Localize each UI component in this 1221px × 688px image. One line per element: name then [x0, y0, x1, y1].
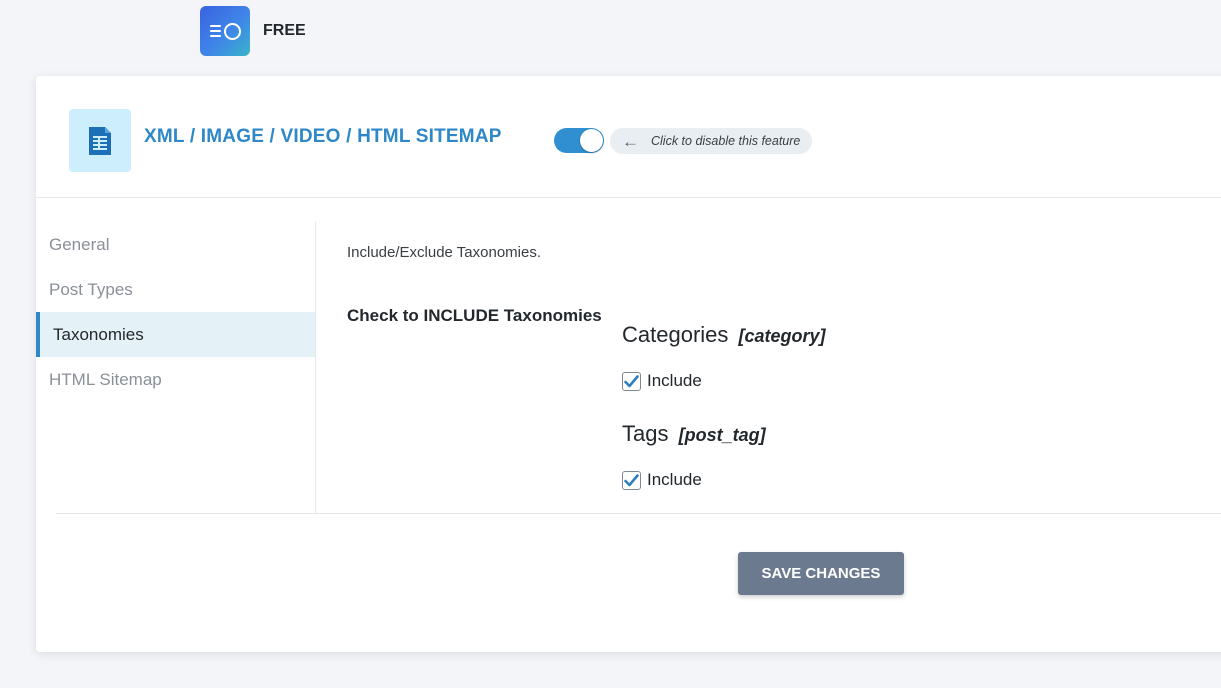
sidebar-item-taxonomies[interactable]: Taxonomies [36, 312, 315, 357]
feature-title: XML / IMAGE / VIDEO / HTML SITEMAP [144, 126, 502, 147]
sidebar-item-html-sitemap[interactable]: HTML Sitemap [36, 357, 315, 402]
sitemap-document-icon [69, 109, 131, 172]
save-changes-button[interactable]: SAVE CHANGES [738, 552, 904, 595]
feature-toggle[interactable] [554, 128, 604, 153]
arrow-left-icon: ← [622, 131, 639, 151]
include-categories-label[interactable]: Include [647, 371, 702, 391]
include-tags-checkbox[interactable] [622, 470, 641, 490]
toggle-hint: ← Click to disable this feature [610, 128, 812, 154]
taxonomy-name: Categories [622, 322, 729, 347]
include-checkbox-row: Include [622, 470, 702, 490]
sidebar-item-post-types[interactable]: Post Types [36, 267, 315, 312]
seo-logo-icon[interactable] [200, 6, 250, 56]
settings-card: XML / IMAGE / VIDEO / HTML SITEMAP ← Cli… [36, 76, 1221, 652]
include-categories-checkbox[interactable] [622, 371, 641, 391]
feature-header: XML / IMAGE / VIDEO / HTML SITEMAP ← Cli… [36, 76, 1221, 198]
taxonomy-categories: Categories [category] Include [622, 322, 826, 391]
taxonomy-tags: Tags [post_tag] Include [622, 421, 766, 490]
toggle-knob [580, 129, 603, 152]
taxonomy-slug: [post_tag] [678, 425, 766, 445]
include-tags-label[interactable]: Include [647, 470, 702, 490]
checkmark-icon [624, 473, 639, 486]
sidebar-item-general[interactable]: General [36, 222, 315, 267]
checkmark-icon [624, 374, 639, 387]
plan-label: FREE [263, 22, 306, 39]
taxonomy-name: Tags [622, 421, 669, 446]
taxonomy-heading: Categories [category] [622, 322, 826, 348]
panel-description: Include/Exclude Taxonomies. [347, 244, 542, 261]
include-taxonomies-label: Check to INCLUDE Taxonomies [347, 306, 602, 325]
footer-divider [56, 513, 1221, 514]
include-checkbox-row: Include [622, 371, 702, 391]
toggle-hint-text: Click to disable this feature [651, 134, 801, 148]
taxonomy-slug: [category] [738, 326, 826, 346]
taxonomy-heading: Tags [post_tag] [622, 421, 766, 447]
top-bar: FREE [200, 6, 306, 56]
settings-sidebar: General Post Types Taxonomies HTML Sitem… [36, 222, 316, 514]
